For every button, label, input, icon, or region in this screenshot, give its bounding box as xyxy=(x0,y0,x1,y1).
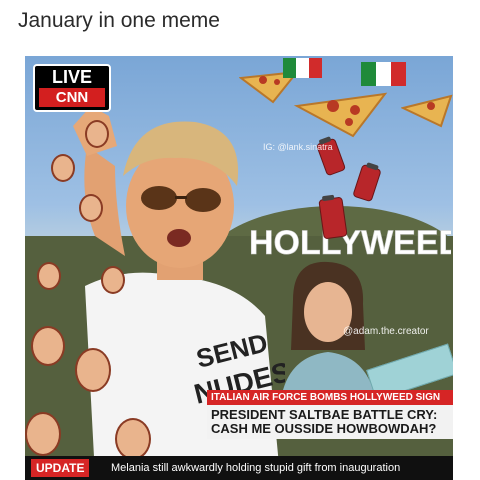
face-sticker xyxy=(115,418,151,460)
sauce-jar-icon xyxy=(318,196,348,240)
update-tag: UPDATE xyxy=(31,459,90,477)
ticker-text: Melania still awkwardly holding stupid g… xyxy=(111,462,401,474)
face-sticker xyxy=(75,348,111,392)
italian-flag-icon xyxy=(361,62,406,86)
melania-figure xyxy=(283,261,373,390)
sauce-jar-icon xyxy=(352,163,382,203)
face-sticker xyxy=(79,194,103,222)
meme-image: HOLLYWEED IG: @lank.sinatra SEND NUDES @… xyxy=(25,56,453,480)
face-sticker xyxy=(31,326,65,366)
face-sticker xyxy=(51,154,75,182)
pizza-icon xyxy=(293,92,388,138)
news-ticker: UPDATE Melania still awkwardly holding s… xyxy=(25,456,453,480)
breaking-banner: ITALIAN AIR FORCE BOMBS HOLLYWEED SIGN xyxy=(207,390,453,405)
headline-line1: PRESIDENT SALTBAE BATTLE CRY: xyxy=(211,407,438,422)
meme-caption: January in one meme xyxy=(18,9,220,32)
headline-box: PRESIDENT SALTBAE BATTLE CRY: CASH ME OU… xyxy=(207,405,453,439)
italian-flag-icon xyxy=(283,58,322,78)
face-sticker xyxy=(101,266,125,294)
face-sticker xyxy=(37,262,61,290)
cnn-logo: CNN xyxy=(39,88,105,107)
face-sticker xyxy=(85,120,109,148)
creator-watermark: @adam.the.creator xyxy=(343,326,429,337)
face-sticker xyxy=(25,412,61,456)
live-cnn-badge: LIVE CNN xyxy=(33,64,111,112)
pizza-icon xyxy=(401,94,453,128)
headline-line2: CASH ME OUSSIDE HOWBOWDAH? xyxy=(211,421,437,436)
live-label: LIVE xyxy=(51,67,92,87)
